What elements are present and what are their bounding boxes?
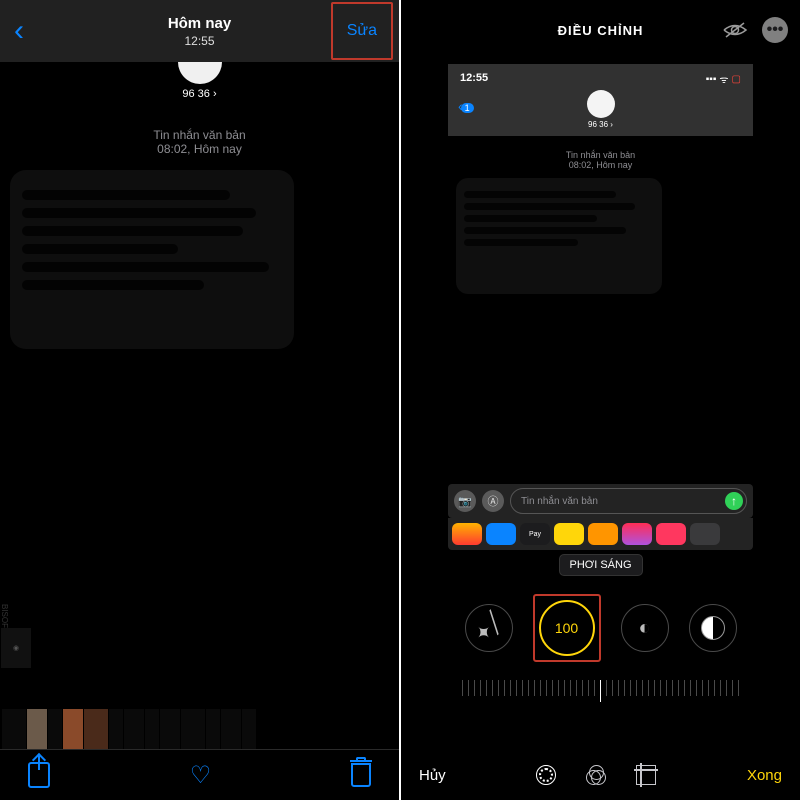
share-icon[interactable] <box>28 762 50 788</box>
message-bubble <box>10 170 294 349</box>
photo-preview: 12:55 ▪▪▪ᯤ▢ ‹1 96 36 › Tin nhắn văn bản0… <box>448 64 753 550</box>
brilliance-button[interactable] <box>689 604 737 652</box>
cancel-button[interactable]: Hủy <box>419 767 446 784</box>
value-slider[interactable] <box>451 676 751 706</box>
preview-status-bar: 12:55 ▪▪▪ᯤ▢ ‹1 96 36 › <box>448 64 753 136</box>
edit-header: ĐIỀU CHỈNH ••• <box>401 0 800 60</box>
preview-message-meta: Tin nhắn văn bản08:02, Hôm nay <box>448 150 753 170</box>
preview-bubble <box>456 178 662 294</box>
photo-edit-screen: ĐIỀU CHỈNH ••• 12:55 ▪▪▪ᯤ▢ ‹1 96 36 › <box>401 0 800 800</box>
preview-avatar-icon <box>587 90 615 118</box>
contact-label: 96 36 › <box>0 88 399 100</box>
preview-message-field: Tin nhắn văn bản ↑ <box>510 488 747 514</box>
camera-icon: 📷 <box>454 490 476 512</box>
watermark-logo: ◉ <box>1 628 31 668</box>
auto-enhance-button[interactable]: ✦╱ <box>465 604 513 652</box>
thumbnail-strip[interactable] <box>0 708 399 750</box>
appstore-icon: Ⓐ <box>482 490 504 512</box>
preview-input-row: 📷 Ⓐ Tin nhắn văn bản ↑ <box>448 484 753 518</box>
preview-back-icon: ‹1 <box>458 98 474 114</box>
edit-bottom-bar: Hủy Xong <box>401 750 800 800</box>
photo-content: 96 36 › Tin nhắn văn bản 08:02, Hôm nay … <box>0 62 399 720</box>
send-up-icon: ↑ <box>725 492 743 510</box>
preview-body: Tin nhắn văn bản08:02, Hôm nay 📷 Ⓐ Tin n… <box>448 136 753 550</box>
done-button[interactable]: Xong <box>747 767 782 784</box>
adjust-tab-icon[interactable] <box>536 765 556 785</box>
header-actions: ••• <box>722 17 788 43</box>
preview-time: 12:55 <box>460 72 488 84</box>
bottom-toolbar: ♡ <box>0 749 399 800</box>
message-time: 08:02, Hôm nay <box>157 142 242 156</box>
watermark: BISOF <box>0 604 9 628</box>
avatar-icon <box>178 62 222 84</box>
more-icon[interactable]: ••• <box>762 17 788 43</box>
back-icon[interactable]: ‹ <box>8 14 30 48</box>
dual-screenshot: ‹ Hôm nay 12:55 Sửa 96 36 › Tin nhắn văn… <box>0 0 800 800</box>
trash-icon[interactable] <box>351 763 371 787</box>
crop-tab-icon[interactable] <box>636 765 656 785</box>
edit-button[interactable]: Sửa <box>331 2 393 60</box>
edit-mode-tabs <box>536 765 656 785</box>
adjustment-row: ✦╱ 100 ◐ <box>401 594 800 662</box>
adjustment-tooltip: PHƠI SÁNG <box>559 554 643 576</box>
edit-mode-title: ĐIỀU CHỈNH <box>558 23 644 38</box>
preview-apps-row: Pay PHƠI SÁNG <box>448 518 753 550</box>
exposure-button[interactable]: 100 <box>539 600 595 656</box>
favorite-icon[interactable]: ♡ <box>190 761 212 790</box>
toggle-preview-icon[interactable] <box>722 21 748 39</box>
message-type: Tin nhắn văn bản <box>153 128 245 142</box>
preview-contact: 96 36 › <box>448 120 753 129</box>
nav-bar: ‹ Hôm nay 12:55 Sửa <box>0 0 399 62</box>
message-meta: Tin nhắn văn bản 08:02, Hôm nay <box>0 128 399 156</box>
filters-tab-icon[interactable] <box>586 765 606 785</box>
photos-detail-screen: ‹ Hôm nay 12:55 Sửa 96 36 › Tin nhắn văn… <box>0 0 399 800</box>
preview-signal-icon: ▪▪▪ᯤ▢ <box>706 72 741 86</box>
highlights-button[interactable]: ◐ <box>621 604 669 652</box>
